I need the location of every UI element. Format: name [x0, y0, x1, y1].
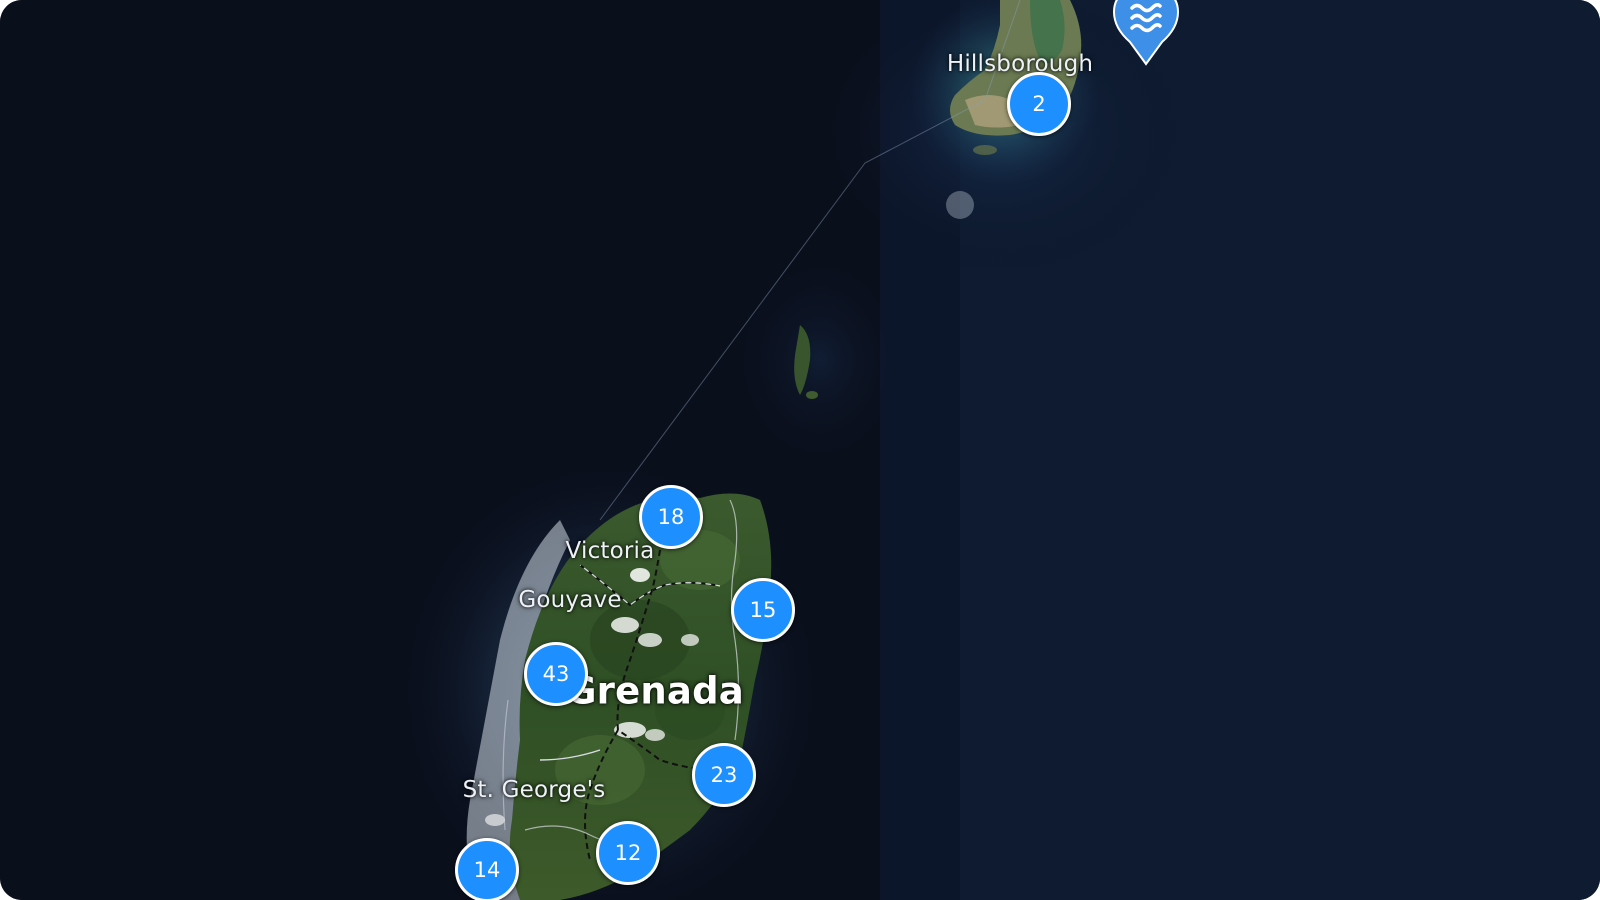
satellite-basemap [0, 0, 1600, 900]
place-label-victoria: Victoria [565, 538, 655, 564]
map-view[interactable]: Hillsborough Victoria Gouyave Grenada St… [0, 0, 1600, 900]
cluster-marker-west[interactable]: 43 [524, 642, 588, 706]
cluster-marker-victoria[interactable]: 18 [639, 485, 703, 549]
cluster-marker-southeast[interactable]: 23 [692, 743, 756, 807]
place-label-hillsborough: Hillsborough [946, 51, 1094, 77]
water-location-pin[interactable] [1112, 0, 1180, 66]
cluster-marker-east[interactable]: 15 [731, 578, 795, 642]
place-label-gouyave: Gouyave [518, 587, 622, 613]
place-label-st-georges: St. George's [462, 777, 606, 803]
cluster-marker-south[interactable]: 12 [596, 821, 660, 885]
cluster-marker-southwest[interactable]: 14 [455, 838, 519, 900]
cluster-marker-hillsborough[interactable]: 2 [1007, 72, 1071, 136]
place-label-grenada: Grenada [566, 669, 744, 713]
